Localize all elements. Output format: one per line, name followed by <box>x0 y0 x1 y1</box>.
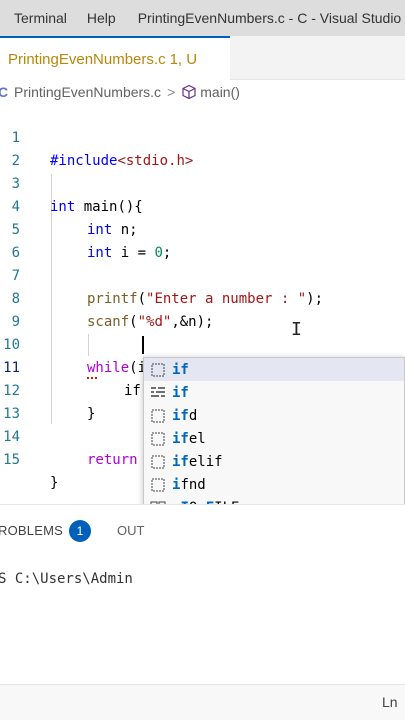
code-line: 10 while(i<=n){ <box>0 311 405 376</box>
code-line: 7 printf("Enter a number : "); <box>0 242 405 307</box>
code-line: 3 int main(){ <box>0 150 405 215</box>
snippet-icon <box>150 477 166 493</box>
suggestion-text: d <box>188 407 198 424</box>
problems-count-badge: 1 <box>69 520 91 542</box>
suggestion-label: ifd <box>172 408 197 424</box>
suggestion-item[interactable]: ifel <box>144 427 404 450</box>
breadcrumb-file[interactable]: PrintingEvenNumbers.c <box>14 84 161 100</box>
text-cursor <box>142 336 144 354</box>
suggestion-label: if <box>172 362 189 378</box>
snippet-icon <box>150 454 166 470</box>
match-highlight: if <box>172 430 189 447</box>
suggestion-text: fnd <box>180 476 206 493</box>
snippet-icon <box>150 408 166 424</box>
suggestion-text: elif <box>188 453 223 470</box>
snippet-icon <box>150 431 166 447</box>
line-number: 15 <box>3 452 20 468</box>
menu-help[interactable]: Help <box>77 10 126 26</box>
suggestion-label: ifnd <box>172 477 206 493</box>
match-highlight: if <box>172 407 189 424</box>
status-bar: Ln <box>0 684 405 720</box>
snippet-icon <box>150 362 166 378</box>
method-cube-icon <box>182 84 196 100</box>
breadcrumb: C PrintingEvenNumbers.c > main() <box>0 80 405 104</box>
suggestion-item[interactable]: ifnd <box>144 473 404 496</box>
c-file-icon: C <box>0 84 9 100</box>
match-highlight: if <box>172 453 189 470</box>
window-title: PrintingEvenNumbers.c - C - Visual Studi… <box>137 10 405 26</box>
terminal-prompt[interactable]: S C:\Users\Admin <box>0 571 133 587</box>
tab-label: PrintingEvenNumbers.c <box>8 50 166 68</box>
code-line: 9 <box>0 288 405 330</box>
code-line: 4 int n; <box>0 173 405 238</box>
suggestion-label: ifelif <box>172 454 223 470</box>
mouse-ibeam-icon: I <box>291 319 302 340</box>
code-line-active: 11 if <box>0 334 405 399</box>
suggestion-label: if <box>172 385 189 401</box>
code-line: 1 #include<stdio.h> <box>0 104 405 169</box>
suggestion-label: ifel <box>172 431 206 447</box>
menu-terminal[interactable]: Terminal <box>0 10 77 26</box>
suggestion-text: el <box>188 430 206 447</box>
tab-status: 1, U <box>169 50 198 68</box>
suggestion-item[interactable]: if <box>144 381 404 404</box>
editor-tab-strip: PrintingEvenNumbers.c 1, U <box>0 36 405 80</box>
error-squiggle <box>87 376 97 379</box>
match-highlight: if <box>172 361 189 378</box>
keyword-return: return <box>87 452 138 468</box>
code-line: 2 <box>0 127 405 169</box>
title-bar: Terminal Help PrintingEvenNumbers.c - C … <box>0 0 405 36</box>
tab-output[interactable]: OUT <box>117 523 144 538</box>
suggestion-item[interactable]: ifd <box>144 404 404 427</box>
match-highlight: if <box>172 384 189 401</box>
bottom-panel: ROBLEMS 1 OUT S C:\Users\Admin <box>0 504 405 684</box>
code-line: 5 int i = 0; <box>0 196 405 261</box>
code-line: 8 scanf("%d",&n); <box>0 265 405 330</box>
tab-problems[interactable]: ROBLEMS <box>0 523 63 538</box>
cursor-position[interactable]: Ln <box>382 694 398 710</box>
code-line: 6 <box>0 219 405 261</box>
closing-brace: } <box>50 475 59 491</box>
tab-printing-even-numbers[interactable]: PrintingEvenNumbers.c 1, U <box>0 36 230 80</box>
suggestion-item[interactable]: if <box>144 358 404 381</box>
suggestion-item[interactable]: ifelif <box>144 450 404 473</box>
chevron-right-icon: > <box>167 84 176 100</box>
breadcrumb-symbol[interactable]: main() <box>200 84 240 100</box>
keyword-icon <box>150 385 166 401</box>
